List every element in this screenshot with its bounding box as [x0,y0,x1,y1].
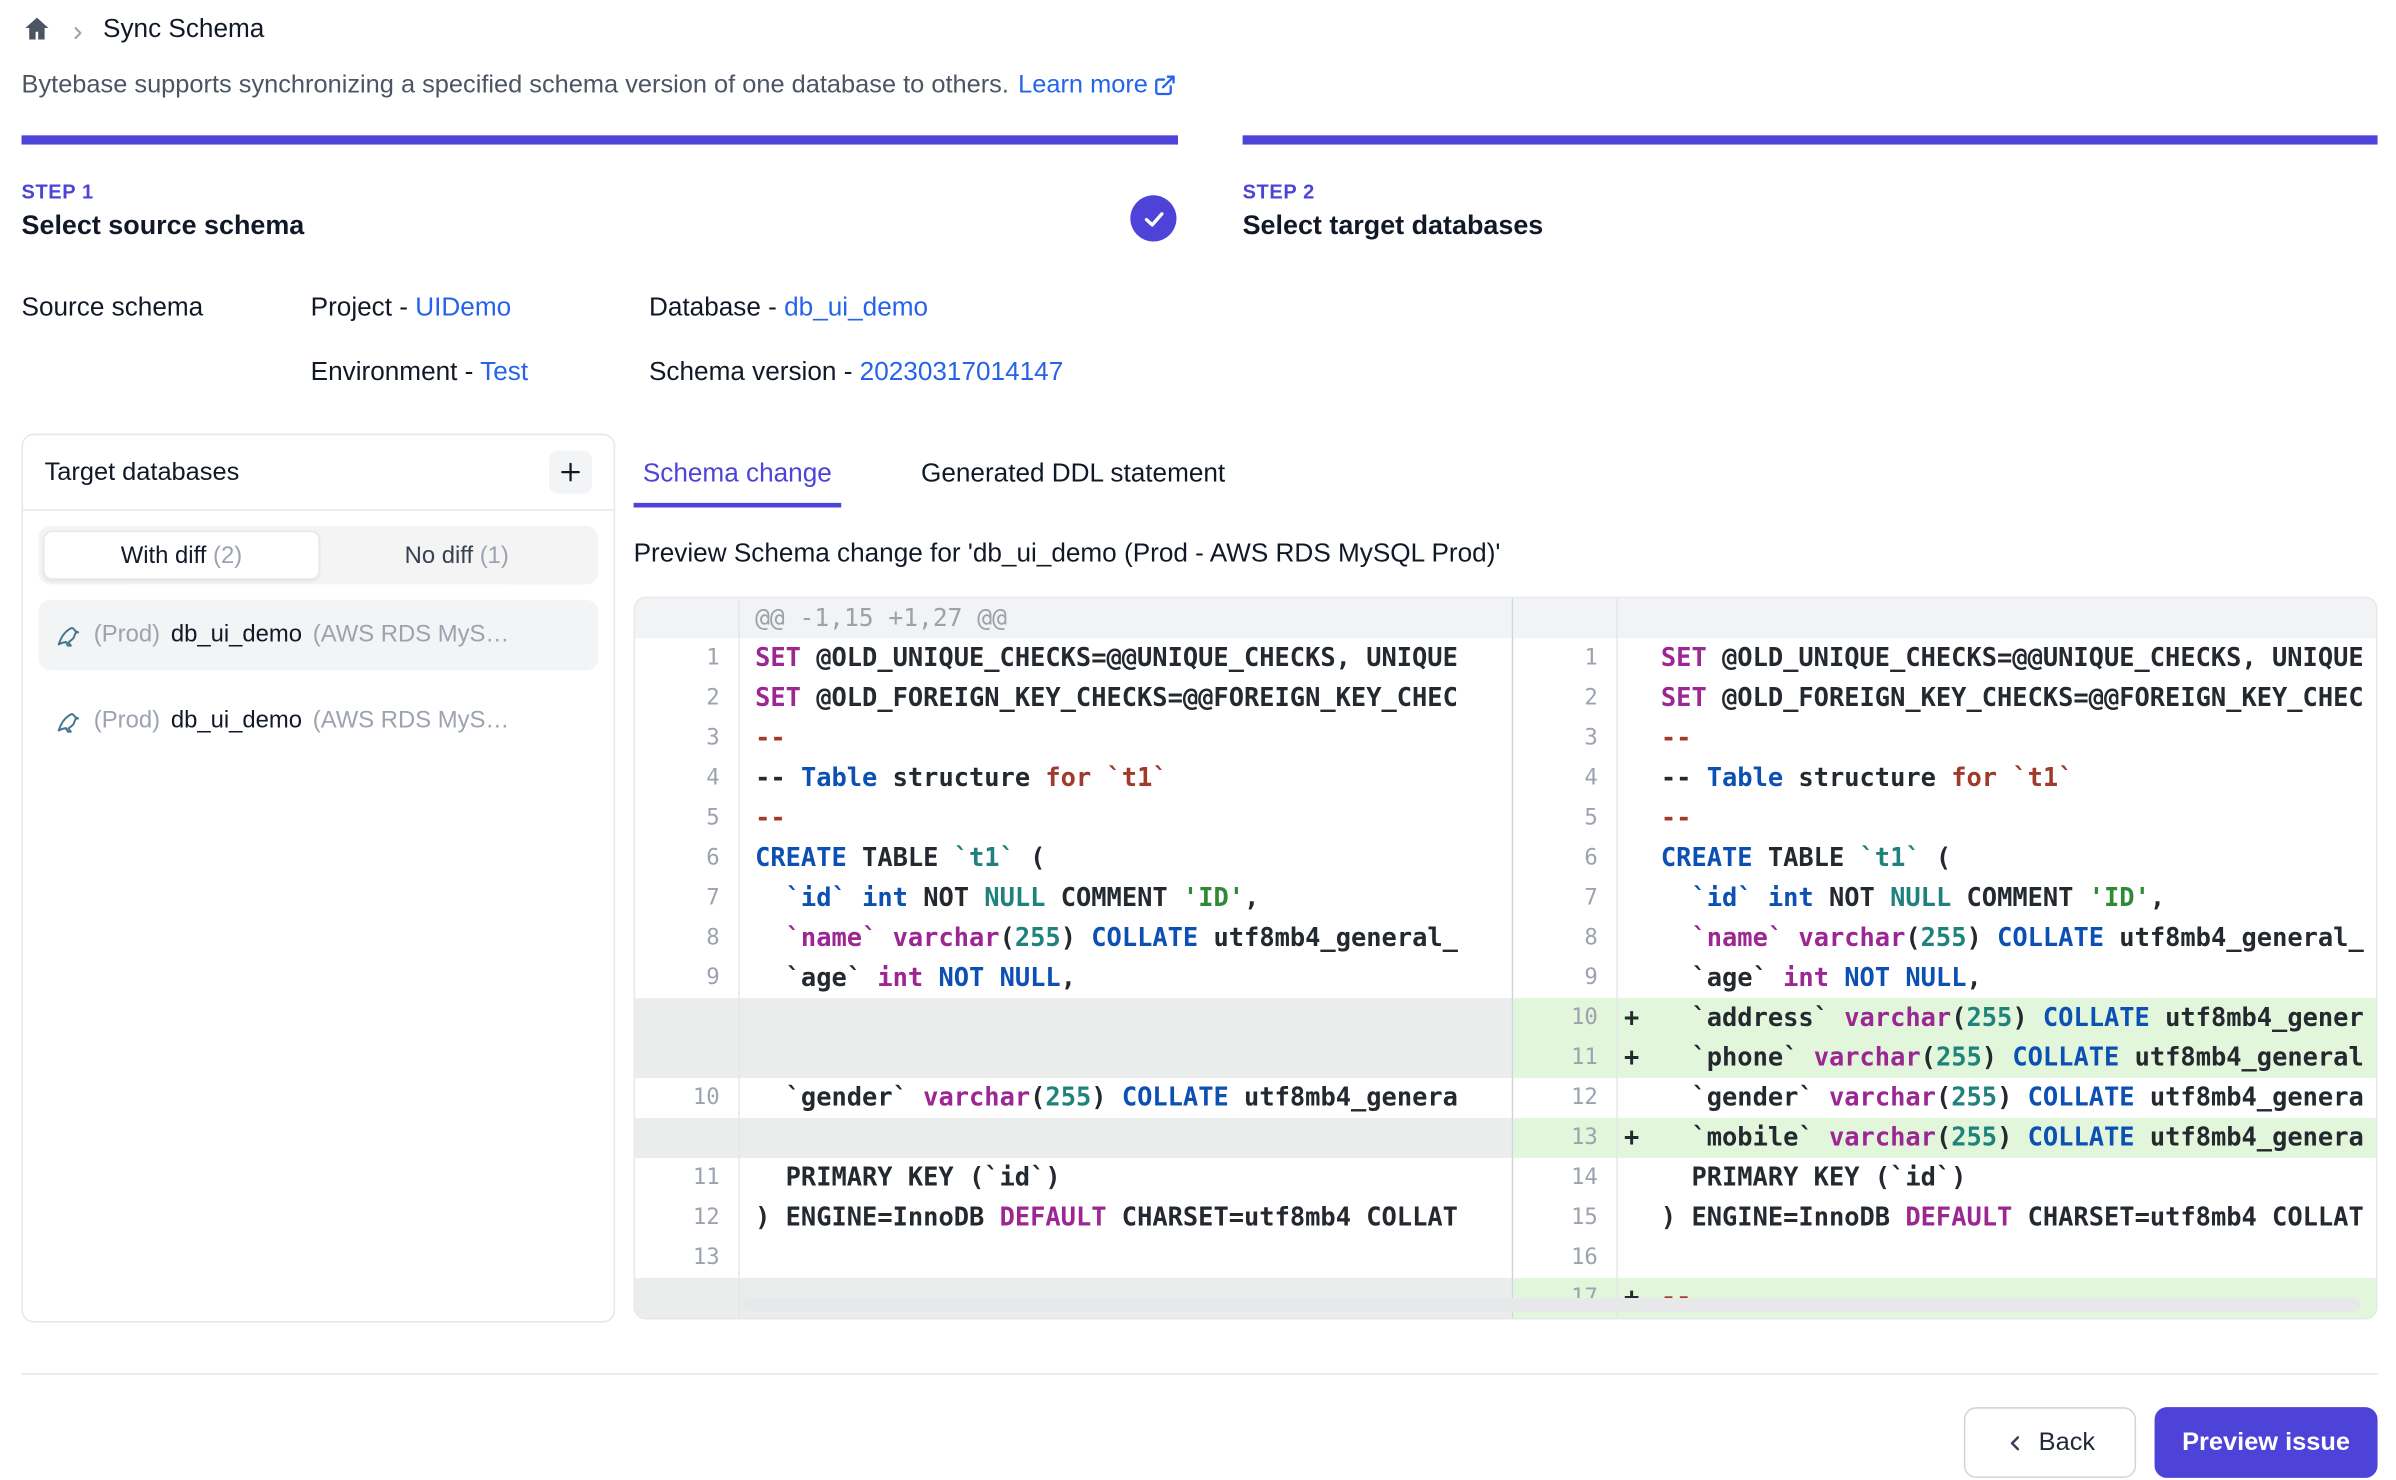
target-databases-title: Target databases [45,458,240,487]
db-instance: (AWS RDS MyS… [313,621,583,649]
diff-code-row: 5-- [1513,798,2376,838]
diff-pane-target: 1SET @OLD_UNIQUE_CHECKS=@@UNIQUE_CHECKS,… [1512,598,2376,1318]
diff-code-row: 16 [1513,1238,2376,1278]
diff-code-row: 1SET @OLD_UNIQUE_CHECKS=@@UNIQUE_CHECKS,… [635,638,1512,678]
diff-code-row: 8 `name` varchar(255) COLLATE utf8mb4_ge… [635,918,1512,958]
breadcrumb: Sync Schema [22,14,265,45]
diff-code-row: 12 `gender` varchar(255) COLLATE utf8mb4… [1513,1078,2376,1118]
mysql-icon [54,707,83,736]
db-environment: (Prod) [94,621,160,649]
db-environment: (Prod) [94,707,160,735]
added-line-marker: + [1624,1038,1661,1078]
diff-code-row: 10+ `address` varchar(255) COLLATE utf8m… [1513,998,2376,1038]
diff-code-row: 15) ENGINE=InnoDB DEFAULT CHARSET=utf8mb… [1513,1198,2376,1238]
add-target-database-button[interactable] [549,451,592,494]
description-text: Bytebase supports synchronizing a specif… [22,71,1009,100]
schema-version-link[interactable]: 20230317014147 [860,357,1064,386]
learn-more-link[interactable]: Learn more [1018,71,1177,100]
diff-hunk-header: @@ -1,15 +1,27 @@ [635,598,1512,638]
diff-code-row: 4-- Table structure for `t1` [1513,758,2376,798]
step2-progress-bar [1243,135,2378,144]
preview-issue-button[interactable]: Preview issue [2155,1407,2378,1478]
diff-code-row: 2SET @OLD_FOREIGN_KEY_CHECKS=@@FOREIGN_K… [1513,678,2376,718]
chevron-left-icon [2005,1433,2025,1453]
chevron-right-icon [69,21,86,38]
step2-title: Select target databases [1243,209,1544,241]
tab-no-diff[interactable]: No diff (1) [320,531,594,580]
step2-label: STEP 2 [1243,180,1315,203]
target-database-list: (Prod) db_ui_demo (AWS RDS MyS… (Prod) db_ui… [23,594,614,779]
tab-schema-change[interactable]: Schema change [634,457,841,508]
target-db-item[interactable]: (Prod) db_ui_demo (AWS RDS MyS… [38,600,598,671]
schema-view-tabs: Schema change Generated DDL statement [634,457,1235,508]
diff-code-row: 12) ENGINE=InnoDB DEFAULT CHARSET=utf8mb… [635,1198,1512,1238]
horizontal-scrollbar[interactable] [743,1298,2361,1312]
page-description: Bytebase supports synchronizing a specif… [22,71,1178,100]
tab-generated-ddl[interactable]: Generated DDL statement [912,457,1235,508]
diff-code-row: 9 `age` int NOT NULL, [635,958,1512,998]
db-name: db_ui_demo [171,707,302,735]
step1-completed-check-icon [1130,195,1176,241]
diff-pane-source: @@ -1,15 +1,27 @@1SET @OLD_UNIQUE_CHECKS… [635,598,1512,1318]
diff-code-row: 8 `name` varchar(255) COLLATE utf8mb4_ge… [1513,918,2376,958]
page-title: Sync Schema [103,14,264,45]
sync-schema-page: Sync Schema Bytebase supports synchroniz… [0,0,2396,1479]
home-icon[interactable] [22,14,53,45]
diff-code-row: 13+ `mobile` varchar(255) COLLATE utf8mb… [1513,1118,2376,1158]
diff-filler-row [635,998,1512,1038]
diff-code-row: 1SET @OLD_UNIQUE_CHECKS=@@UNIQUE_CHECKS,… [1513,638,2376,678]
target-databases-panel: Target databases With diff (2) No diff (… [22,434,616,1323]
target-databases-header: Target databases [23,435,614,510]
schema-diff-viewer: @@ -1,15 +1,27 @@1SET @OLD_UNIQUE_CHECKS… [634,597,2378,1320]
diff-code-row: 7 `id` int NOT NULL COMMENT 'ID', [1513,878,2376,918]
diff-code-row: 14 PRIMARY KEY (`id`) [1513,1158,2376,1198]
step1-progress-bar [22,135,1178,144]
back-button[interactable]: Back [1964,1407,2136,1478]
added-line-marker: + [1624,998,1661,1038]
step1-title: Select source schema [22,209,305,241]
diff-code-row: 3-- [1513,718,2376,758]
diff-filler-row [635,1038,1512,1078]
diff-code-row: 6CREATE TABLE `t1` ( [635,838,1512,878]
db-name: db_ui_demo [171,621,302,649]
field-project: Project - UIDemo [311,292,512,323]
footer-divider [22,1373,2378,1375]
mysql-icon [54,621,83,650]
field-environment: Environment - Test [311,357,528,388]
db-instance: (AWS RDS MyS… [313,707,583,735]
diff-code-row: 6CREATE TABLE `t1` ( [1513,838,2376,878]
diff-code-row: 7 `id` int NOT NULL COMMENT 'ID', [635,878,1512,918]
field-schema-version: Schema version - 20230317014147 [649,357,1063,388]
field-database: Database - db_ui_demo [649,292,928,323]
environment-link[interactable]: Test [480,357,528,386]
preview-title: Preview Schema change for 'db_ui_demo (P… [634,538,1501,569]
diff-filler-row [635,1118,1512,1158]
step1-label: STEP 1 [22,180,94,203]
diff-hunk-header [1513,598,2376,638]
target-db-item[interactable]: (Prod) db_ui_demo (AWS RDS MyS… [38,686,598,757]
project-link[interactable]: UIDemo [415,292,511,321]
source-schema-label: Source schema [22,292,204,323]
diff-code-row: 11 PRIMARY KEY (`id`) [635,1158,1512,1198]
diff-code-row: 10 `gender` varchar(255) COLLATE utf8mb4… [635,1078,1512,1118]
diff-code-row: 2SET @OLD_FOREIGN_KEY_CHECKS=@@FOREIGN_K… [635,678,1512,718]
diff-code-row: 5-- [635,798,1512,838]
diff-code-row: 4-- Table structure for `t1` [635,758,1512,798]
tab-with-diff[interactable]: With diff (2) [43,531,320,580]
external-link-icon [1154,74,1177,97]
added-line-marker: + [1624,1118,1661,1158]
diff-code-row: 11+ `phone` varchar(255) COLLATE utf8mb4… [1513,1038,2376,1078]
diff-code-row: 9 `age` int NOT NULL, [1513,958,2376,998]
diff-code-row: 3-- [635,718,1512,758]
diff-filter-tabs: With diff (2) No diff (1) [38,526,598,584]
diff-code-row: 13 [635,1238,1512,1278]
database-link[interactable]: db_ui_demo [784,292,928,321]
